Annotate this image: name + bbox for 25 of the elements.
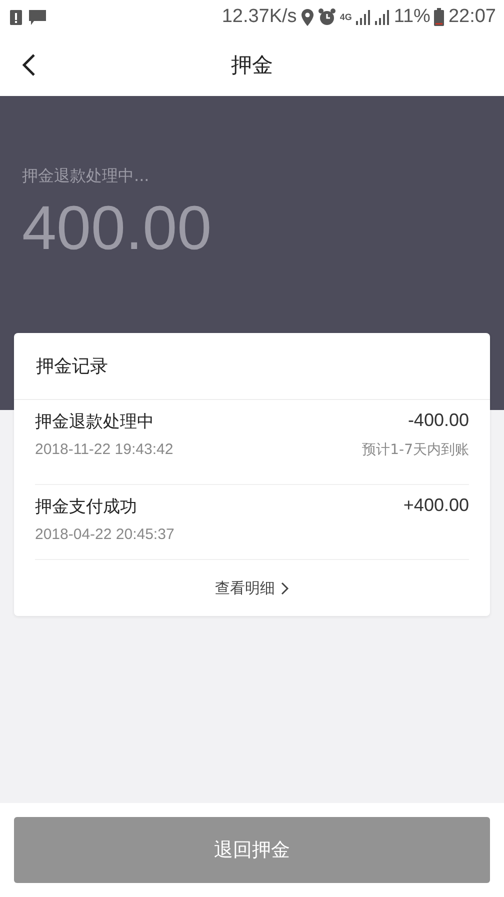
deposit-amount: 400.00	[22, 195, 212, 264]
record-name: 押金支付成功	[35, 496, 138, 518]
page-title: 押金	[231, 52, 273, 79]
message-icon	[29, 8, 46, 26]
network-type: 4G	[340, 12, 352, 22]
network-speed: 12.37K/s	[222, 6, 297, 28]
location-icon	[300, 8, 314, 26]
details-link[interactable]: 查看明细	[215, 578, 275, 598]
back-icon	[22, 53, 36, 77]
chevron-icon	[281, 582, 289, 594]
battery-percent: 11%	[394, 6, 430, 28]
records-title: 押金记录	[14, 333, 490, 400]
record-note: 预计1-7天内到账	[362, 441, 469, 459]
alert-icon	[10, 9, 22, 25]
record-time: 2018-11-22 19:43:42	[35, 441, 174, 458]
record-name: 押金退款处理中	[35, 411, 155, 433]
battery-icon	[434, 8, 444, 26]
record-amount: -400.00	[408, 410, 469, 431]
record-amount: +400.00	[403, 495, 469, 516]
signal-icon	[356, 9, 390, 25]
back-button[interactable]	[22, 53, 36, 77]
record-time: 2018-04-22 20:45:37	[35, 526, 174, 543]
alarm-icon	[318, 8, 336, 26]
clock: 22:07	[448, 6, 496, 28]
deposit-status: 押金退款处理中...	[22, 166, 150, 187]
